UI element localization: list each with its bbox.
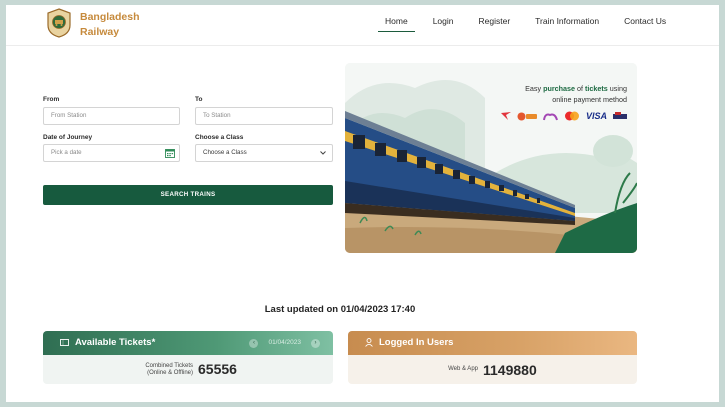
available-tickets-card: Available Tickets* ‹ 01/04/2023 › Combin… (43, 331, 333, 384)
brand-line1: Bangladesh (80, 11, 140, 23)
web-app-label: Web & App (448, 366, 478, 372)
brand-name[interactable]: Bangladesh Railway (80, 10, 160, 40)
bkash-logo-icon (517, 112, 537, 120)
available-tickets-count: 65556 (198, 361, 237, 377)
class-label: Choose a Class (195, 134, 244, 141)
date-label: Date of Journey (43, 134, 93, 141)
available-tickets-header: Available Tickets* ‹ 01/04/2023 › (43, 331, 333, 355)
top-navbar: Bangladesh Railway Home Login Register T… (6, 5, 719, 46)
nagad-logo-icon (542, 113, 558, 120)
banner-text-post: using (607, 84, 627, 93)
page: Bangladesh Railway Home Login Register T… (6, 5, 719, 402)
available-tickets-body: Combined Tickets (Online & Offline) 6555… (43, 355, 333, 384)
other-payment-logo-icon (613, 111, 627, 119)
railway-logo-icon[interactable] (46, 8, 72, 38)
banner-text-purchase: purchase (543, 84, 576, 93)
logged-in-users-card: Logged In Users Web & App 1149880 (348, 331, 637, 384)
banner-text: Easy purchase of tickets using online pa… (477, 83, 627, 105)
nav-register[interactable]: Register (472, 15, 518, 32)
user-icon (365, 338, 373, 347)
ticket-date: 01/04/2023 (268, 339, 301, 346)
last-updated-text: Last updated on 01/04/2023 17:40 (264, 304, 416, 315)
banner-text-tickets: tickets (585, 84, 608, 93)
airtel-pay-logo-icon (500, 112, 511, 120)
banner-text-mid: of (575, 84, 586, 93)
to-label: To (195, 96, 203, 103)
logged-in-users-count: 1149880 (483, 362, 537, 378)
banner-text-line2: online payment method (552, 95, 627, 104)
date-field[interactable]: Pick a date (43, 144, 180, 162)
payment-methods: VISA (500, 111, 627, 121)
main-nav: Home Login Register Train Information Co… (378, 15, 684, 37)
to-station-input[interactable]: To Station (195, 107, 333, 125)
combined-tickets-label: Combined Tickets (Online & Offline) (103, 363, 193, 377)
combined-tickets-line1: Combined Tickets (145, 363, 193, 369)
logged-in-users-body: Web & App 1149880 (348, 355, 637, 384)
from-station-input[interactable]: From Station (43, 107, 180, 125)
search-trains-button[interactable]: SEARCH TRAINS (43, 185, 333, 205)
nav-login[interactable]: Login (426, 15, 461, 32)
prev-date-button[interactable]: ‹ (249, 338, 259, 348)
chevron-down-icon (320, 151, 326, 155)
calendar-icon[interactable] (165, 148, 175, 158)
available-tickets-title: Available Tickets* (75, 337, 156, 348)
from-label: From (43, 96, 60, 103)
ticket-date-nav: ‹ 01/04/2023 › (249, 331, 320, 355)
class-select[interactable]: Choose a Class (195, 144, 333, 162)
date-placeholder: Pick a date (51, 149, 82, 156)
banner-text-pre: Easy (525, 84, 544, 93)
brand-line2: Railway (80, 26, 120, 38)
logged-in-users-header: Logged In Users (348, 331, 637, 355)
nav-home[interactable]: Home (378, 15, 415, 32)
next-date-button[interactable]: › (311, 338, 320, 348)
mastercard-logo-icon (564, 111, 579, 121)
promo-banner: Easy purchase of tickets using online pa… (345, 63, 637, 253)
ticket-icon (60, 339, 69, 346)
visa-logo-icon: VISA (585, 111, 607, 121)
nav-contact-us[interactable]: Contact Us (617, 15, 673, 32)
class-select-value: Choose a Class (203, 149, 247, 156)
logged-in-users-title: Logged In Users (379, 337, 454, 348)
nav-train-information[interactable]: Train Information (528, 15, 606, 32)
combined-tickets-line2: (Online & Offline) (147, 370, 193, 376)
